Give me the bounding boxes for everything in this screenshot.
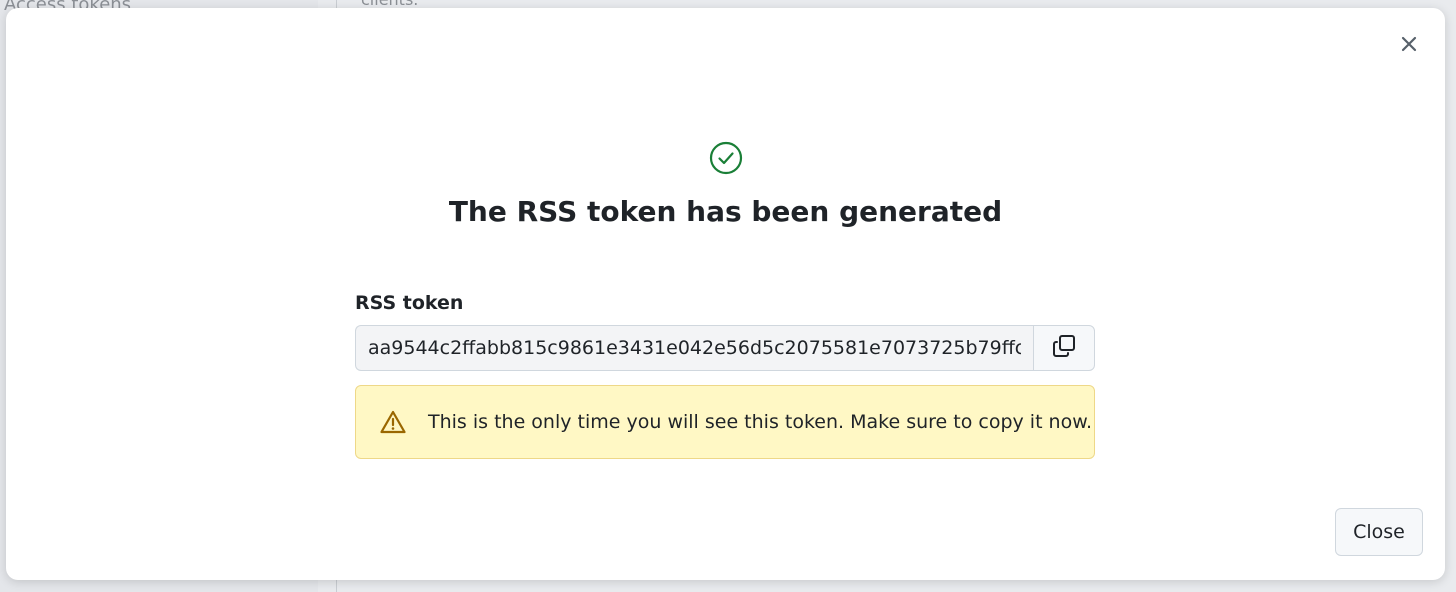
alert-icon (380, 409, 406, 435)
token-input-group (355, 325, 1095, 371)
token-generated-dialog: The RSS token has been generated RSS tok… (6, 8, 1445, 580)
close-icon[interactable] (1397, 32, 1421, 56)
rss-token-field[interactable] (355, 325, 1033, 371)
close-button[interactable]: Close (1335, 508, 1423, 556)
warning-text: This is the only time you will see this … (428, 411, 1093, 433)
warning-banner: This is the only time you will see this … (355, 385, 1095, 459)
check-circle-icon (709, 141, 743, 175)
dialog-title: The RSS token has been generated (448, 195, 1003, 228)
rss-token-label: RSS token (355, 292, 464, 314)
copy-icon (1051, 333, 1077, 363)
copy-token-button[interactable] (1033, 325, 1095, 371)
